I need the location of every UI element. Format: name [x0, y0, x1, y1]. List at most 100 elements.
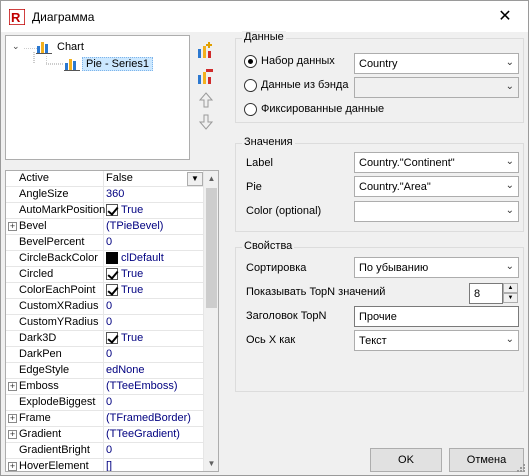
scroll-thumb[interactable] — [206, 188, 217, 308]
color-combo[interactable]: ⌄ — [354, 201, 519, 222]
scroll-up-icon[interactable]: ▲ — [204, 171, 218, 186]
property-row[interactable]: CustomXRadius 0 — [6, 299, 204, 315]
expand-icon[interactable]: + — [8, 414, 17, 423]
label-value: Country."Continent" — [359, 157, 455, 169]
move-down-button[interactable] — [196, 112, 216, 132]
property-name: Frame — [19, 412, 51, 424]
property-value[interactable]: 0 — [106, 396, 112, 408]
resize-grip-icon[interactable] — [516, 463, 526, 473]
dropdown-icon[interactable]: ▼ — [187, 172, 203, 186]
property-name: EdgeStyle — [19, 364, 70, 376]
property-name: CustomXRadius — [19, 300, 99, 312]
topn-input[interactable]: 8 — [469, 283, 503, 304]
collapse-icon[interactable]: ⌄ — [12, 41, 20, 52]
property-value[interactable]: clDefault — [106, 252, 164, 264]
property-value[interactable]: 0 — [106, 444, 112, 456]
app-icon: R — [9, 9, 25, 25]
dataset-radio[interactable] — [244, 55, 257, 68]
pie-combo[interactable]: Country."Area" ⌄ — [354, 176, 519, 197]
cancel-button[interactable]: Отмена — [449, 448, 524, 472]
xaxis-combo[interactable]: Текст ⌄ — [354, 330, 519, 351]
property-row[interactable]: CircleBackColor clDefault — [6, 251, 204, 267]
property-name: ExplodeBiggest — [19, 396, 96, 408]
property-row[interactable]: AutoMarkPosition True — [6, 203, 204, 219]
topn-caption-value: Прочие — [359, 311, 397, 323]
topn-caption-input[interactable]: Прочие — [354, 306, 519, 327]
expand-icon[interactable]: + — [8, 382, 17, 391]
tree-item-series[interactable]: Pie - Series1 — [64, 56, 153, 72]
property-value[interactable]: (TTeeGradient) — [106, 428, 180, 440]
property-row[interactable]: ColorEachPoint True — [6, 283, 204, 299]
chart-dialog: R Диаграмма ✕ ⌄ Chart Pie - Series1 Acti… — [0, 0, 529, 476]
property-value[interactable]: 0 — [106, 316, 112, 328]
fixed-radio[interactable] — [244, 103, 257, 116]
property-value[interactable]: False — [106, 172, 133, 184]
dataset-combo[interactable]: Country ⌄ — [354, 53, 519, 74]
property-row[interactable]: EdgeStyle edNone — [6, 363, 204, 379]
property-value[interactable]: (TFramedBorder) — [106, 412, 191, 424]
move-up-button[interactable] — [196, 90, 216, 110]
property-row[interactable]: + Gradient (TTeeGradient) — [6, 427, 204, 443]
chevron-down-icon: ⌄ — [505, 261, 514, 272]
property-row[interactable]: Active False ▼ — [6, 171, 204, 187]
band-combo[interactable]: ⌄ — [354, 77, 519, 98]
property-value[interactable]: True — [106, 268, 143, 280]
property-row[interactable]: Dark3D True — [6, 331, 204, 347]
property-value[interactable]: 360 — [106, 188, 124, 200]
close-button[interactable]: ✕ — [482, 1, 528, 31]
checkbox-icon[interactable] — [106, 268, 118, 280]
expand-icon[interactable]: + — [8, 430, 17, 439]
delete-series-button[interactable] — [196, 66, 216, 86]
checkbox-icon[interactable] — [106, 204, 118, 216]
property-row[interactable]: CustomYRadius 0 — [6, 315, 204, 331]
property-value[interactable]: [] — [106, 460, 112, 471]
inspector-scrollbar[interactable]: ▲ ▼ — [203, 171, 218, 471]
topn-value: 8 — [474, 288, 481, 300]
sort-combo[interactable]: По убыванию ⌄ — [354, 257, 519, 278]
property-value[interactable]: True — [106, 284, 143, 296]
spin-up-icon[interactable]: ▲ — [503, 283, 518, 293]
property-row[interactable]: + Emboss (TTeeEmboss) — [6, 379, 204, 395]
property-value[interactable]: (TPieBevel) — [106, 220, 163, 232]
property-value[interactable]: edNone — [106, 364, 145, 376]
values-group-title: Значения — [242, 136, 295, 148]
checkbox-icon[interactable] — [106, 332, 118, 344]
property-inspector[interactable]: Active False ▼ AngleSize 360 AutoMarkPosition… — [5, 170, 219, 472]
properties-group: Свойства Сортировка По убыванию ⌄ Показы… — [235, 240, 524, 392]
property-value-text: True — [121, 284, 144, 296]
property-row[interactable]: + HoverElement [] — [6, 459, 204, 471]
scroll-down-icon[interactable]: ▼ — [204, 456, 218, 471]
column-divider — [103, 379, 104, 394]
property-row[interactable]: BevelPercent 0 — [6, 235, 204, 251]
ok-button[interactable]: OK — [370, 448, 442, 472]
chart-tree[interactable]: ⌄ Chart Pie - Series1 — [5, 35, 190, 160]
add-series-button[interactable] — [196, 40, 216, 60]
chevron-down-icon: ⌄ — [505, 205, 514, 216]
column-divider — [103, 251, 104, 266]
property-row[interactable]: GradientBright 0 — [6, 443, 204, 459]
property-value[interactable]: 0 — [106, 236, 112, 248]
label-field-label: Label — [246, 157, 273, 169]
property-row[interactable]: + Bevel (TPieBevel) — [6, 219, 204, 235]
property-value[interactable]: True — [106, 332, 143, 344]
tree-item-chart[interactable]: Chart — [36, 39, 87, 55]
band-radio[interactable] — [244, 79, 257, 92]
property-row[interactable]: AngleSize 360 — [6, 187, 204, 203]
expand-icon[interactable]: + — [8, 462, 17, 471]
property-row[interactable]: Circled True — [6, 267, 204, 283]
fixed-label: Фиксированные данные — [261, 103, 385, 115]
property-value[interactable]: 0 — [106, 348, 112, 360]
spin-down-icon[interactable]: ▼ — [503, 293, 518, 303]
dataset-label: Набор данных — [261, 55, 335, 67]
label-combo[interactable]: Country."Continent" ⌄ — [354, 152, 519, 173]
topn-spinner[interactable]: ▲ ▼ — [503, 283, 518, 304]
expand-icon[interactable]: + — [8, 222, 17, 231]
tree-item-series-label: Pie - Series1 — [82, 57, 153, 71]
property-value[interactable]: True — [106, 204, 143, 216]
checkbox-icon[interactable] — [106, 284, 118, 296]
property-value[interactable]: 0 — [106, 300, 112, 312]
property-row[interactable]: + Frame (TFramedBorder) — [6, 411, 204, 427]
property-row[interactable]: ExplodeBiggest 0 — [6, 395, 204, 411]
property-value[interactable]: (TTeeEmboss) — [106, 380, 178, 392]
property-row[interactable]: DarkPen 0 — [6, 347, 204, 363]
